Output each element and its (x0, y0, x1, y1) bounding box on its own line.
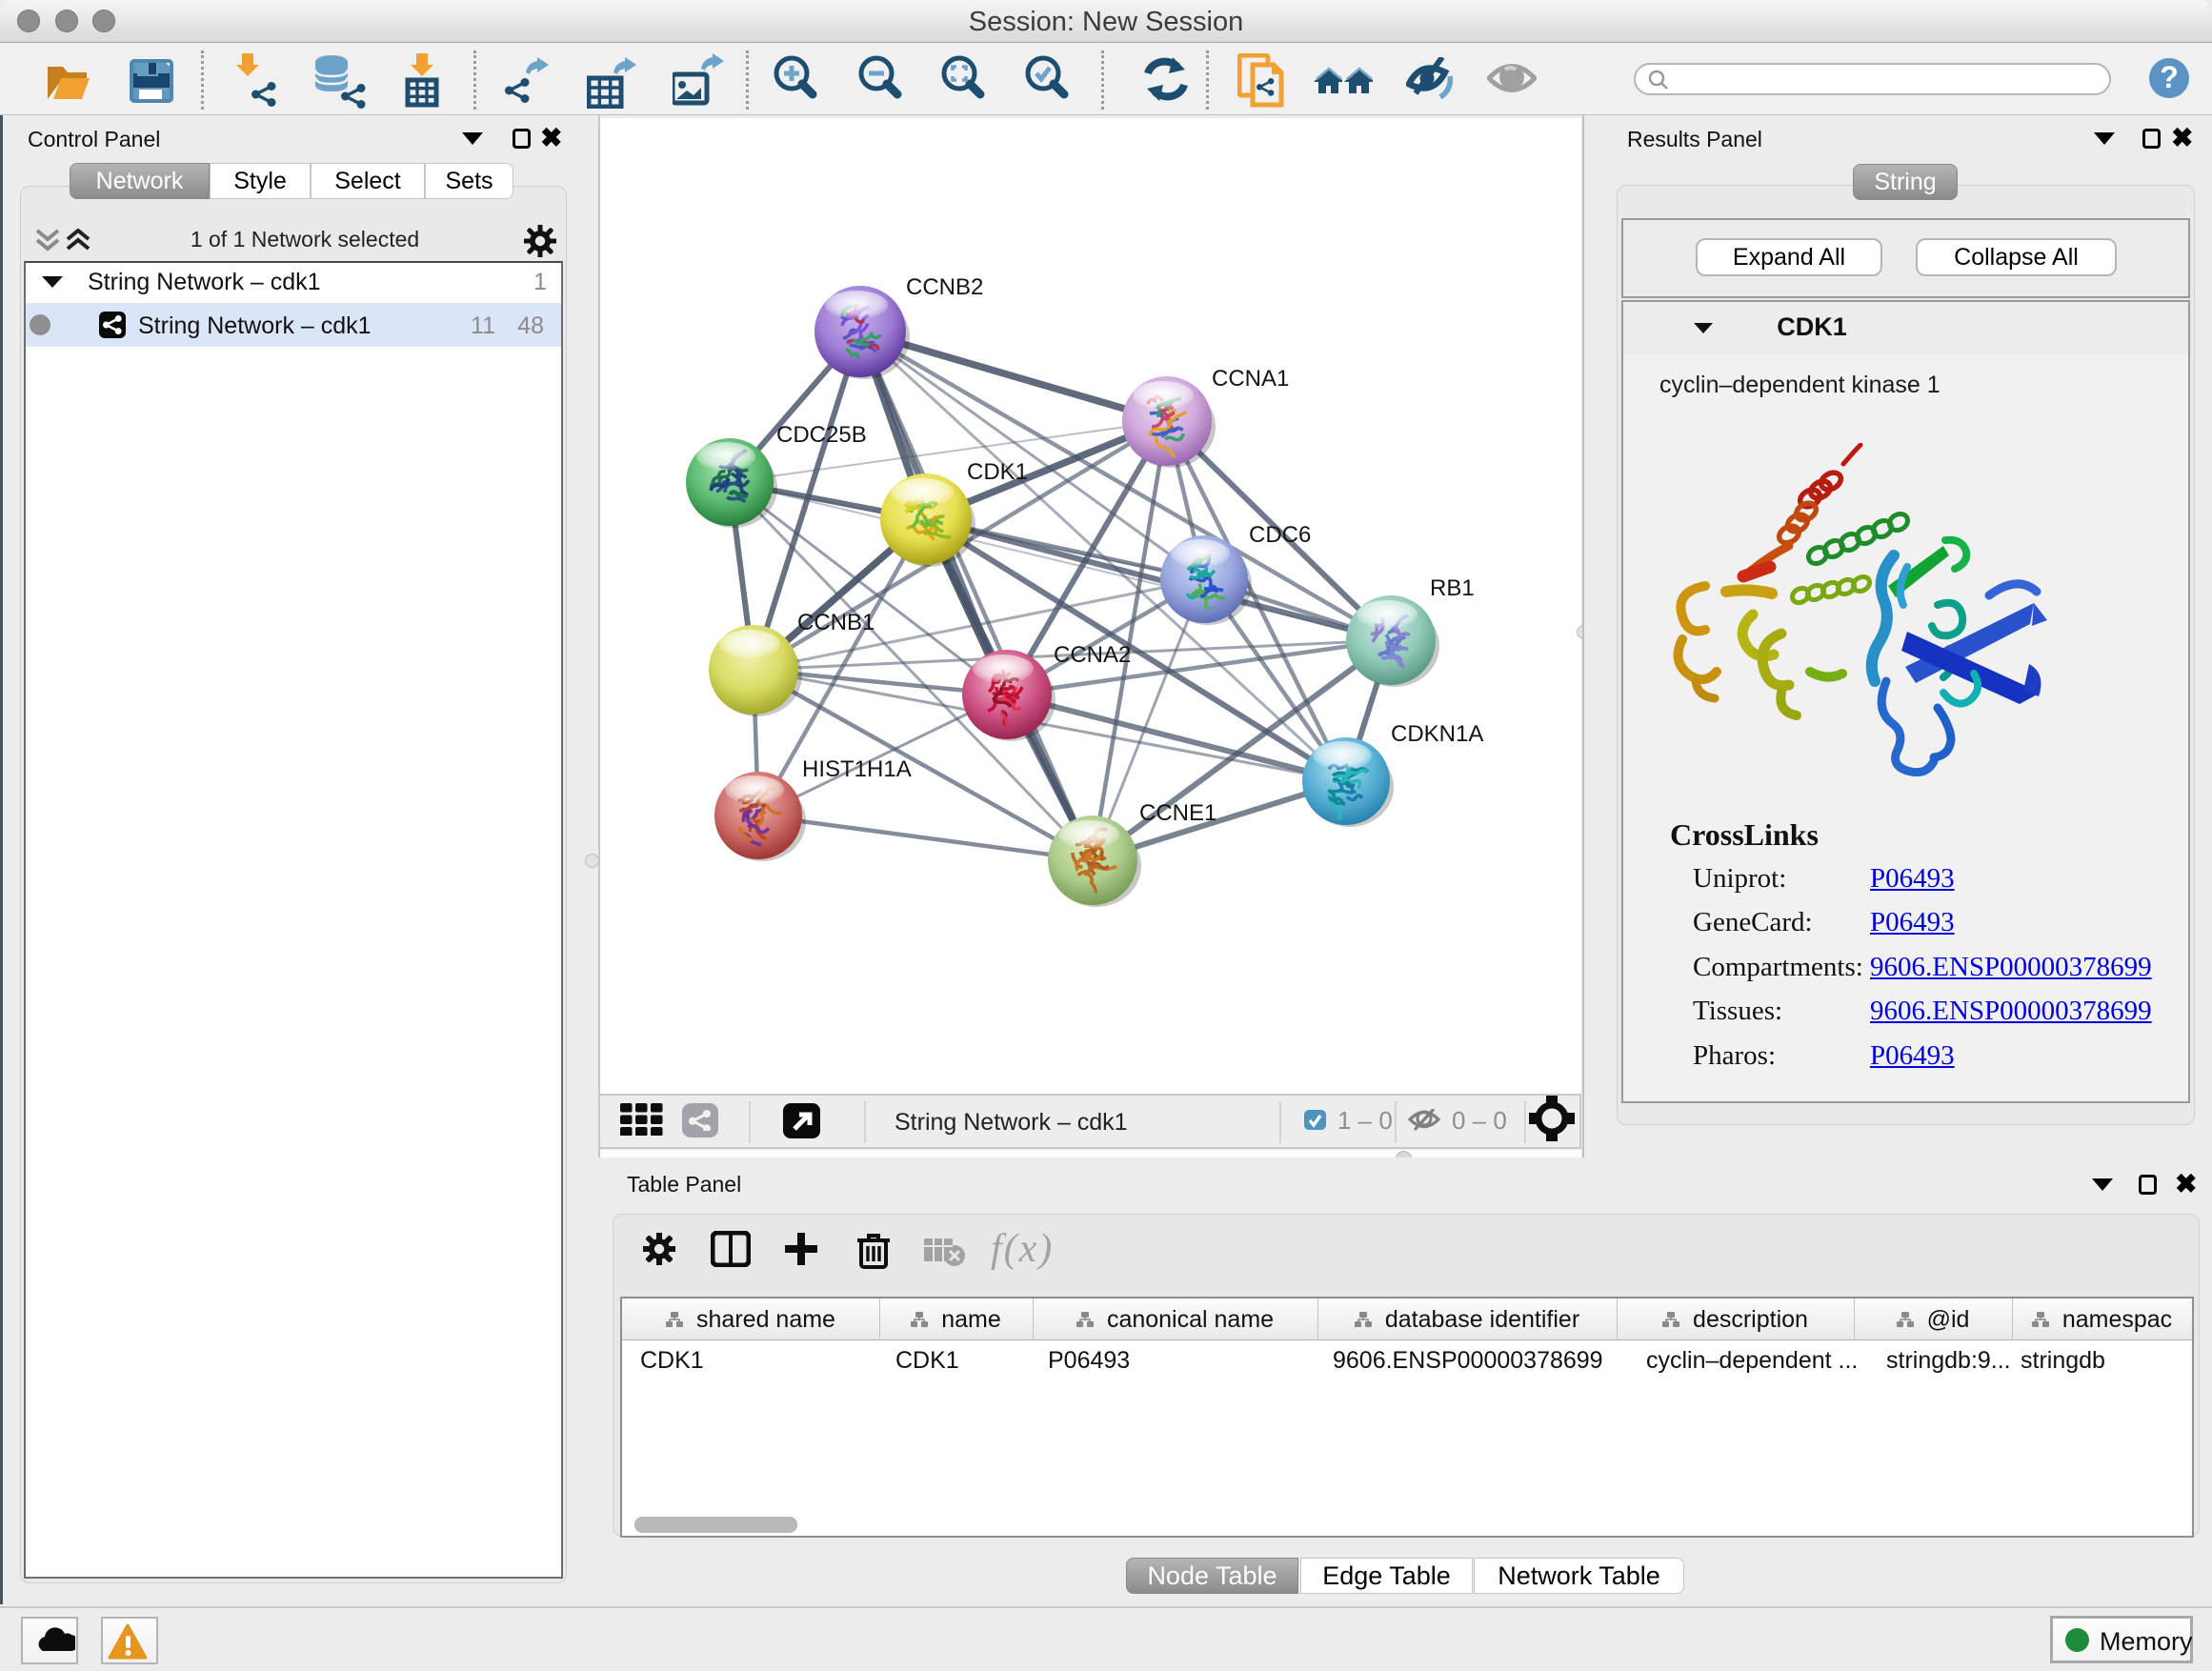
svg-text:?: ? (2160, 60, 2179, 94)
